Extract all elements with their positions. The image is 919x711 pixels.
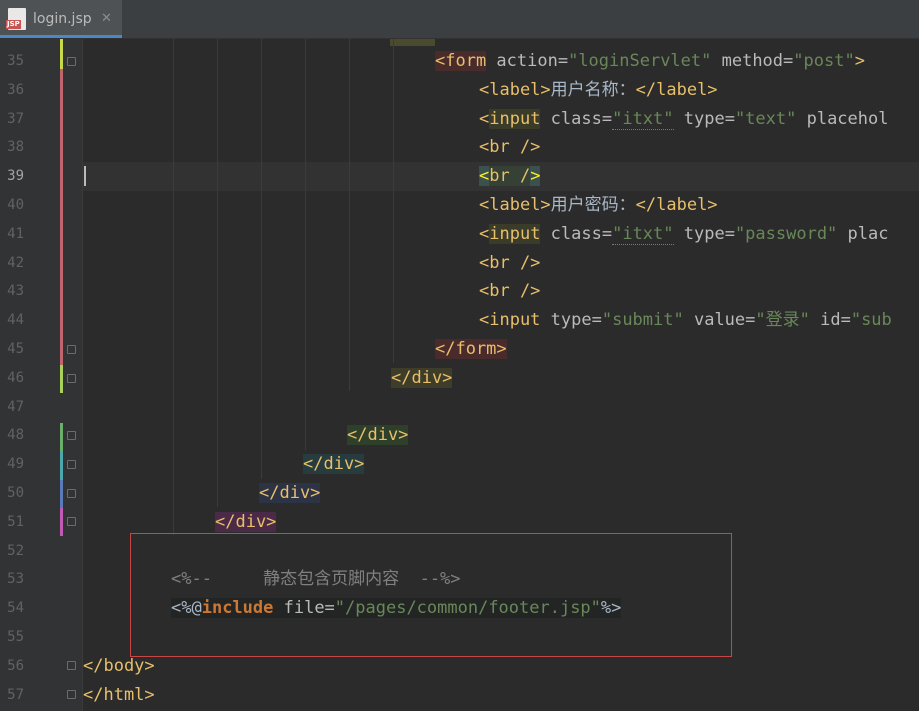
code-line-46: </div> — [391, 367, 453, 388]
code-line-42: <br /> — [479, 252, 541, 273]
line-number: 48 — [7, 427, 24, 444]
line-number: 45 — [7, 341, 24, 357]
fold-icon[interactable] — [67, 374, 76, 383]
code-line-44: <input type="submit" value="登录" id="sub — [479, 310, 892, 331]
line-number: 41 — [7, 225, 24, 242]
line-number: 54 — [7, 600, 24, 617]
line-number: 47 — [7, 398, 24, 415]
line-number-current: 39 — [7, 168, 24, 185]
indent-guide — [305, 39, 306, 450]
indent-guide — [173, 39, 174, 535]
jsp-badge: JSP — [6, 20, 21, 29]
line-number: 44 — [7, 312, 24, 329]
active-tab-indicator — [0, 35, 122, 38]
jsp-file-icon: JSP — [6, 8, 26, 30]
code-line-37: <input class="itxt" type="text" placehol — [479, 108, 889, 130]
code-line-38: <br /> — [479, 137, 541, 158]
indent-guide — [349, 39, 350, 391]
line-number: 37 — [7, 110, 24, 127]
vcs-change-marker[interactable] — [60, 423, 63, 451]
line-number-gutter[interactable]: 35 36 37 38 39 40 41 42 43 44 45 46 47 4… — [0, 39, 82, 711]
line-number: 53 — [7, 571, 24, 588]
close-icon[interactable]: ✕ — [101, 11, 112, 26]
line-number: 57 — [7, 686, 24, 703]
line-number: 36 — [7, 81, 24, 98]
code-line-50: </div> — [259, 483, 321, 503]
line-number: 52 — [7, 542, 24, 559]
line-number: 35 — [7, 53, 24, 69]
vcs-change-marker[interactable] — [60, 451, 63, 480]
code-line-49: </div> — [303, 454, 365, 475]
line-number: 40 — [7, 197, 24, 213]
code-line-57: </html> — [83, 684, 155, 705]
line-number: 43 — [7, 283, 24, 300]
line-number: 42 — [7, 254, 24, 271]
tab-title: login.jsp — [33, 11, 92, 27]
code-line-40: <label>用户密码：</label> — [479, 195, 718, 215]
code-line-36: <label>用户名称：</label> — [479, 79, 718, 100]
line-number: 46 — [7, 369, 24, 386]
annotation-highlight-box — [130, 533, 732, 657]
fold-icon[interactable] — [67, 57, 76, 66]
indent-guide — [393, 39, 394, 363]
code-line-45: </form> — [435, 339, 507, 359]
fold-icon[interactable] — [67, 489, 76, 498]
fold-icon[interactable] — [67, 517, 76, 526]
matched-tag-marker — [390, 39, 435, 46]
fold-icon[interactable] — [67, 345, 76, 354]
code-line-48: </div> — [347, 425, 409, 446]
vcs-change-marker[interactable] — [60, 480, 63, 508]
fold-icon[interactable] — [67, 690, 76, 699]
tab-login-jsp[interactable]: JSP login.jsp ✕ — [0, 0, 122, 38]
line-number: 38 — [7, 139, 24, 156]
code-line-35: <form action="loginServlet" method="post… — [435, 51, 865, 71]
vcs-change-marker[interactable] — [60, 39, 63, 69]
vcs-change-marker[interactable] — [60, 365, 63, 393]
indent-guide — [261, 39, 262, 479]
line-number: 50 — [7, 485, 24, 501]
fold-icon[interactable] — [67, 661, 76, 670]
code-line-41: <input class="itxt" type="password" plac — [479, 223, 889, 245]
fold-icon[interactable] — [67, 460, 76, 469]
indent-guide — [217, 39, 218, 507]
code-line-39: <br /> — [479, 166, 541, 187]
vcs-change-marker[interactable] — [60, 508, 63, 536]
line-number: 49 — [7, 456, 24, 473]
code-line-43: <br /> — [479, 281, 541, 302]
fold-icon[interactable] — [67, 431, 76, 440]
line-number: 55 — [7, 629, 24, 645]
editor-tab-bar: JSP login.jsp ✕ — [0, 0, 919, 39]
text-caret — [84, 166, 86, 186]
line-number: 51 — [7, 513, 24, 530]
line-number: 56 — [7, 657, 24, 674]
vcs-change-marker[interactable] — [60, 69, 63, 365]
